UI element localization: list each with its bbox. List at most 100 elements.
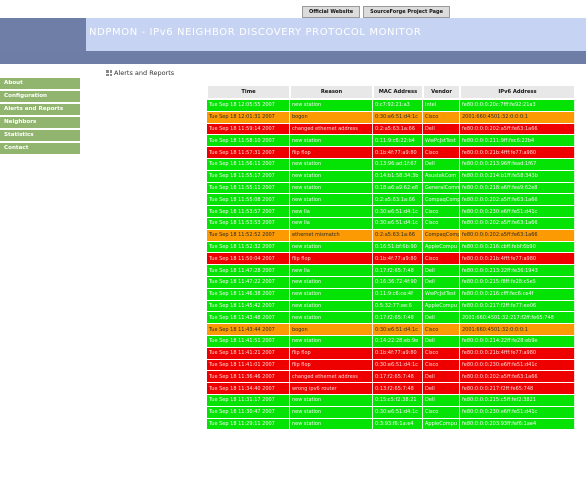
reason-cell: new station xyxy=(290,241,373,253)
table-row: Tue Sep 18 11:57:31 2007 flip flop 0:1b:4f… xyxy=(207,147,575,158)
time-cell: Tue Sep 18 11:41:01 2007 xyxy=(207,359,290,371)
ipv6-cell: fe80:0:0:0:214:b1ff:fe58:343b xyxy=(460,170,575,182)
reason-cell: bogon xyxy=(290,111,373,123)
table-row: Tue Sep 18 11:55:08 2007 new station 0:2:a… xyxy=(207,194,575,206)
vendor-cell: Dell xyxy=(423,383,460,394)
table-row: Tue Sep 18 11:55:11 2007 new station 0:18:… xyxy=(207,182,575,194)
vendor-cell: Dell xyxy=(423,394,460,406)
vendor-cell: CompaqCompu xyxy=(423,194,460,206)
time-cell: Tue Sep 18 11:55:11 2007 xyxy=(207,182,290,194)
mac-cell: 0:18:a6:a9:62:e8 xyxy=(373,182,423,194)
vendor-cell: GeneralComm xyxy=(423,182,460,194)
ipv6-cell: fe80:0:0:0:217:f2ff:fe65:748 xyxy=(460,383,575,394)
header-time: Time xyxy=(207,85,290,99)
mac-cell: 0:16:36:72:4f:90 xyxy=(373,276,423,288)
reason-cell: bogon xyxy=(290,324,373,335)
ipv6-cell: fe80:0:0:0:213:96ff:fead:1f67 xyxy=(460,158,575,170)
header-mac-address: MAC Address xyxy=(373,85,423,99)
vendor-cell: AppleCompu xyxy=(423,241,460,253)
mac-cell: 0:11:9:c6:22:b4 xyxy=(373,135,423,147)
ipv6-cell: fe80:0:0:0:217:f2ff:fe77:ee06 xyxy=(460,300,575,312)
mac-cell: 0:16:51:bf:6b:90 xyxy=(373,241,423,253)
table-row: Tue Sep 18 11:43:48 2007 new station 0:17:… xyxy=(207,312,575,324)
ipv6-cell: fe80:0:0:0:211:9ff:fec6:22b4 xyxy=(460,135,575,147)
official-website-link[interactable]: Official Website xyxy=(302,6,361,18)
vendor-cell: Cisco xyxy=(423,359,460,371)
mac-cell: 0:30:e6:51:d4:1c xyxy=(373,406,423,418)
ipv6-cell: fe80:0:0:0:218:a6ff:fea9:62e8 xyxy=(460,182,575,194)
reason-cell: new station xyxy=(290,312,373,324)
sidebar: About Configuration Alerts and Reports N… xyxy=(0,78,80,156)
time-cell: Tue Sep 18 11:45:42 2007 xyxy=(207,300,290,312)
sidebar-item-about[interactable]: About xyxy=(0,78,80,91)
reason-cell: new station xyxy=(290,276,373,288)
reason-cell: new station xyxy=(290,335,373,347)
ipv6-cell: fe80:0:0:0:230:e6ff:fe51:d41c xyxy=(460,359,575,371)
sidebar-item-alerts-and-reports[interactable]: Alerts and Reports xyxy=(0,104,80,117)
vendor-cell: Dell xyxy=(423,123,460,135)
sidebar-item-contact[interactable]: Contact xyxy=(0,143,80,156)
time-cell: Tue Sep 18 11:34:40 2007 xyxy=(207,383,290,394)
table-row: Tue Sep 18 11:53:53 2007 new lla 0:30:e6:5… xyxy=(207,217,575,229)
table-row: Tue Sep 18 11:59:14 2007 changed ethernet… xyxy=(207,123,575,135)
page-heading: Alerts and Reports xyxy=(106,69,174,77)
mac-cell: 0:17:f2:65:7:48 xyxy=(373,312,423,324)
header-ipv6-address: IPv6 Address xyxy=(460,85,575,99)
ipv6-cell: fe80:0:0:0:230:e6ff:fe51:d41c xyxy=(460,206,575,217)
reason-cell: new station xyxy=(290,158,373,170)
banner-logo-block xyxy=(0,18,86,51)
header-reason: Reason xyxy=(290,85,373,99)
mac-cell: 0:1b:4f:77:a9:80 xyxy=(373,347,423,359)
table-row: Tue Sep 18 11:41:21 2007 flip flop 0:1b:4f… xyxy=(207,347,575,359)
table-row: Tue Sep 18 11:47:22 2007 new station 0:16:… xyxy=(207,276,575,288)
vendor-cell: Intel xyxy=(423,100,460,111)
reason-cell: flip flop xyxy=(290,147,373,158)
mac-cell: 0:5:32:77:ee:6 xyxy=(373,300,423,312)
mac-cell: 0:15:c5:f2:38:21 xyxy=(373,394,423,406)
ipv6-cell: fe80:0:0:0:213:22ff:fe36:1943 xyxy=(460,265,575,276)
reason-cell: new station xyxy=(290,100,373,111)
table-row: Tue Sep 18 11:41:01 2007 flip flop 0:30:e6… xyxy=(207,359,575,371)
time-cell: Tue Sep 18 11:52:52 2007 xyxy=(207,229,290,241)
mac-cell: 0:2:a5:63:1a:66 xyxy=(373,123,423,135)
table-row: Tue Sep 18 11:30:47 2007 new station 0:30:… xyxy=(207,406,575,418)
table-row: Tue Sep 18 11:47:28 2007 new lla 0:17:f2:6… xyxy=(207,265,575,276)
sidebar-item-neighbors[interactable]: Neighbors xyxy=(0,117,80,130)
ipv6-cell: fe80:0:0:0:203:93ff:fef6:1ae4 xyxy=(460,418,575,430)
time-cell: Tue Sep 18 11:58:10 2007 xyxy=(207,135,290,147)
top-links: Official Website SourceForge Project Pag… xyxy=(302,6,451,18)
mac-cell: 0:1b:4f:77:a9:80 xyxy=(373,147,423,158)
mac-cell: 0:2:a5:63:1a:66 xyxy=(373,229,423,241)
alerts-table-body: Tue Sep 18 12:05:55 2007 new station 0:c7:… xyxy=(207,100,575,430)
time-cell: Tue Sep 18 11:41:21 2007 xyxy=(207,347,290,359)
sidebar-item-statistics[interactable]: Statistics xyxy=(0,130,80,143)
ipv6-cell: fe80:0:0:0:202:a5ff:fe63:1a66 xyxy=(460,194,575,206)
mac-cell: 0:17:f2:65:7:48 xyxy=(373,371,423,383)
mac-cell: 0:13:f2:65:7:48 xyxy=(373,383,423,394)
time-cell: Tue Sep 18 11:30:47 2007 xyxy=(207,406,290,418)
reason-cell: new lla xyxy=(290,206,373,217)
mac-cell: 0:11:9:c6:ce:4f xyxy=(373,288,423,300)
time-cell: Tue Sep 18 11:57:31 2007 xyxy=(207,147,290,158)
reason-cell: flip flop xyxy=(290,347,373,359)
reason-cell: new station xyxy=(290,182,373,194)
sourceforge-link[interactable]: SourceForge Project Page xyxy=(363,6,451,18)
table-row: Tue Sep 18 11:31:17 2007 new station 0:15:… xyxy=(207,394,575,406)
ipv6-cell: fe80:0:0:0:216:cfff:fec6:ce4f xyxy=(460,288,575,300)
table-row: Tue Sep 18 11:41:51 2007 new station 0:14:… xyxy=(207,335,575,347)
table-row: Tue Sep 18 11:52:32 2007 new station 0:16:… xyxy=(207,241,575,253)
time-cell: Tue Sep 18 11:36:46 2007 xyxy=(207,371,290,383)
reason-cell: new lla xyxy=(290,265,373,276)
page-title: Alerts and Reports xyxy=(114,69,175,77)
vendor-cell: Cisco xyxy=(423,147,460,158)
sidebar-item-configuration[interactable]: Configuration xyxy=(0,91,80,104)
alerts-table: Time Reason MAC Address Vendor IPv6 Addr… xyxy=(207,84,575,430)
time-cell: Tue Sep 18 11:52:32 2007 xyxy=(207,241,290,253)
vendor-cell: WwPcJstTest xyxy=(423,288,460,300)
reason-cell: ethernet mismatch xyxy=(290,229,373,241)
mac-cell: 0:17:f2:65:7:48 xyxy=(373,265,423,276)
ipv6-cell: 2001:660:4501:32:0:0:0:1 xyxy=(460,111,575,123)
ipv6-cell: fe80:0:0:0:216:cbff:febf:6b90 xyxy=(460,241,575,253)
reason-cell: new station xyxy=(290,194,373,206)
ipv6-cell: fe80:0:0:0:215:f8ff:fe28:c5e5 xyxy=(460,276,575,288)
